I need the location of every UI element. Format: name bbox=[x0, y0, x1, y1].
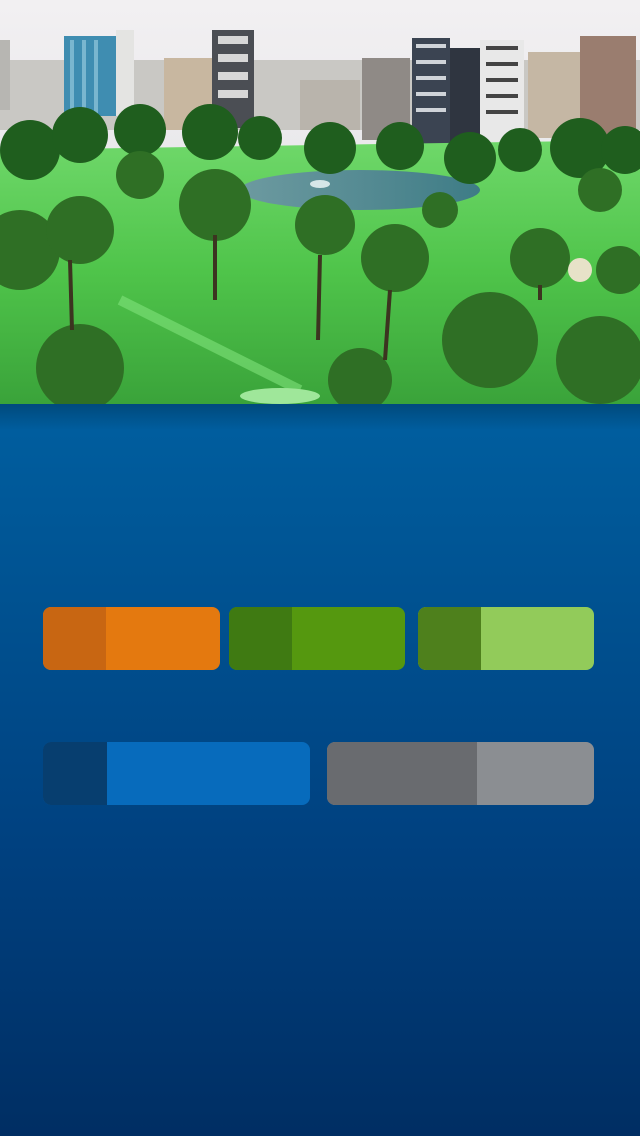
tile-blue-label bbox=[43, 742, 310, 805]
tile-gray-button[interactable] bbox=[327, 742, 594, 805]
hero-photo bbox=[0, 0, 640, 404]
tile-orange-button[interactable] bbox=[43, 607, 220, 670]
golf-course-image bbox=[0, 0, 640, 404]
tile-blue-button[interactable] bbox=[43, 742, 310, 805]
tile-lime-button[interactable] bbox=[418, 607, 594, 670]
tile-gray-label bbox=[327, 742, 594, 805]
tile-lime-label bbox=[418, 607, 594, 670]
tile-orange-label bbox=[43, 607, 220, 670]
tile-green-label bbox=[229, 607, 405, 670]
tile-green-button[interactable] bbox=[229, 607, 405, 670]
